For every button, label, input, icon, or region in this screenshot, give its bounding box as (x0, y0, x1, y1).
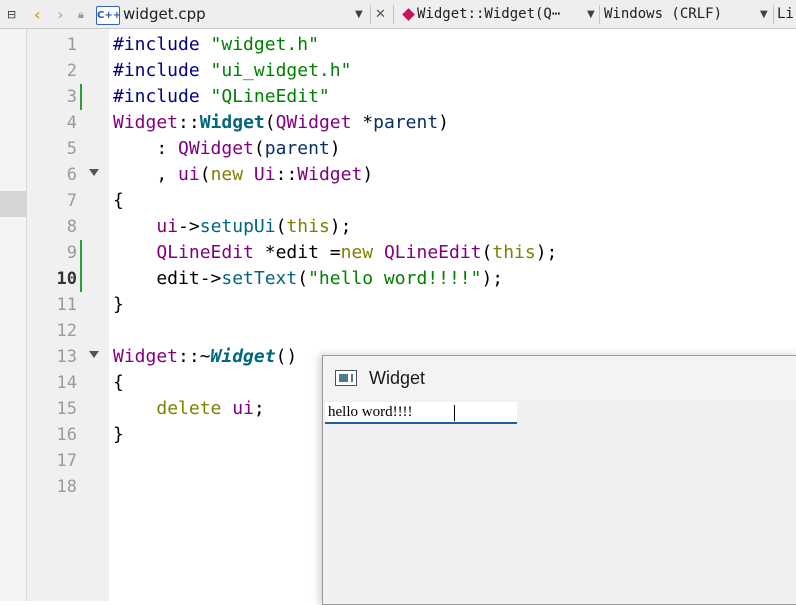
line-number: 14 (56, 373, 77, 393)
lock-icon: 🔒︎ (78, 8, 84, 21)
line-number: 18 (56, 477, 77, 497)
line-number: 5 (66, 139, 77, 159)
text-caret (454, 405, 455, 421)
side-panel-strip (0, 29, 27, 601)
current-line-number: 10 (56, 269, 77, 289)
symbol-dropdown-icon[interactable]: ▼ (587, 0, 595, 29)
widget-window-title: Widget (369, 368, 426, 388)
code-line-6: , ui(new Ui::Widget) (113, 164, 374, 185)
side-panel-handle[interactable] (0, 191, 26, 217)
code-line-14: { (113, 372, 124, 393)
code-line-10: edit->setText("hello word!!!!"); (113, 268, 504, 289)
editor-toolbar: ⊟ ‹ › 🔒︎ C++ widget.cpp ▼ ✕ Widget::Widg… (0, 0, 796, 29)
file-dropdown-icon[interactable]: ▼ (355, 0, 363, 29)
symbol-selector[interactable]: Widget::Widget(Q⋯ (417, 0, 560, 29)
code-line-15: delete ui; (156, 398, 265, 419)
line-number-gutter: 1 2 3 4 5 6 7 8 9 10 11 12 13 14 15 16 1… (27, 29, 109, 601)
code-line-2: #include "ui_widget.h" (113, 60, 352, 81)
line-number: 15 (56, 399, 77, 419)
fold-arrow-icon[interactable] (89, 351, 99, 358)
code-line-13: Widget::~Widget() (113, 346, 298, 367)
window-app-icon (335, 370, 357, 386)
back-arrow-icon[interactable]: ‹ (34, 0, 41, 29)
toolbar-overflow-text[interactable]: Li (777, 0, 794, 29)
open-file-name[interactable]: widget.cpp (123, 0, 206, 29)
line-number: 13 (56, 347, 77, 367)
code-line-11: } (113, 294, 124, 315)
line-number: 8 (66, 217, 77, 237)
forward-arrow-icon[interactable]: › (57, 0, 64, 29)
line-ending-dropdown-icon[interactable]: ▼ (760, 0, 768, 29)
hello-line-edit[interactable]: hello word!!!! (325, 402, 517, 424)
cpp-file-icon: C++ (96, 6, 121, 25)
line-ending-selector[interactable]: Windows (CRLF) (604, 0, 722, 29)
split-toggle-icon[interactable]: ⊟ (7, 0, 16, 29)
line-number: 11 (56, 295, 77, 315)
change-marker (80, 266, 82, 292)
line-number: 3 (66, 87, 77, 107)
line-number: 17 (56, 451, 77, 471)
line-number: 2 (66, 61, 77, 81)
code-line-16: } (113, 424, 124, 445)
line-number: 7 (66, 191, 77, 211)
line-number: 6 (66, 165, 77, 185)
code-line-1: #include "widget.h" (113, 34, 319, 55)
close-file-icon[interactable]: ✕ (375, 0, 386, 29)
line-edit-text: hello word!!!! (328, 404, 413, 420)
code-line-5: : QWidget(parent) (113, 138, 341, 159)
code-line-9: QLineEdit *edit =new QLineEdit(this); (156, 242, 558, 263)
widget-window[interactable]: Widget hello word!!!! (322, 355, 796, 605)
change-marker (80, 84, 82, 110)
code-line-4: Widget::Widget(QWidget *parent) (113, 112, 450, 133)
change-marker (80, 240, 82, 266)
function-symbol-icon (402, 8, 415, 21)
line-number: 1 (66, 35, 77, 55)
line-number: 16 (56, 425, 77, 445)
line-number: 9 (66, 243, 77, 263)
line-number: 12 (56, 321, 77, 341)
line-number: 4 (66, 113, 77, 133)
code-line-7: { (113, 190, 124, 211)
code-line-3: #include "QLineEdit" (113, 86, 330, 107)
fold-arrow-icon[interactable] (89, 169, 99, 176)
widget-title-bar[interactable]: Widget (323, 356, 796, 400)
code-line-8: ui->setupUi(this); (156, 216, 352, 237)
